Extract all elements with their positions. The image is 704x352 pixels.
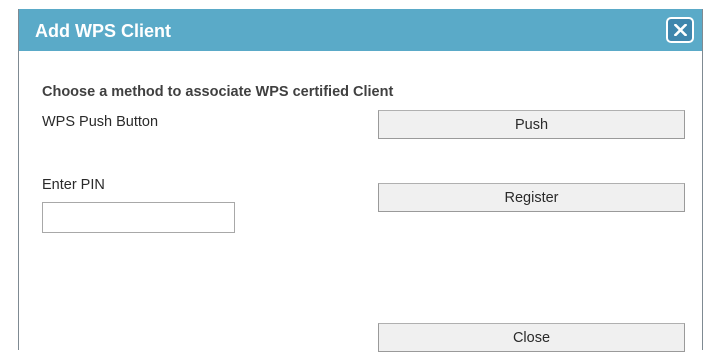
section-heading: Choose a method to associate WPS certifi… [42, 84, 394, 100]
close-button[interactable]: Close [378, 323, 685, 352]
register-button[interactable]: Register [378, 183, 685, 212]
wps-push-button-label: WPS Push Button [42, 114, 159, 130]
close-dialog-button[interactable] [666, 17, 694, 43]
enter-pin-label: Enter PIN [42, 177, 105, 193]
dialog-title: Add WPS Client [35, 21, 171, 41]
push-button[interactable]: Push [378, 110, 685, 139]
dialog-title-bar: Add WPS Client [19, 9, 702, 51]
add-wps-client-dialog: Add WPS Client Choose a method to associ… [18, 9, 703, 352]
pin-input[interactable] [42, 202, 235, 233]
close-icon [674, 24, 687, 36]
